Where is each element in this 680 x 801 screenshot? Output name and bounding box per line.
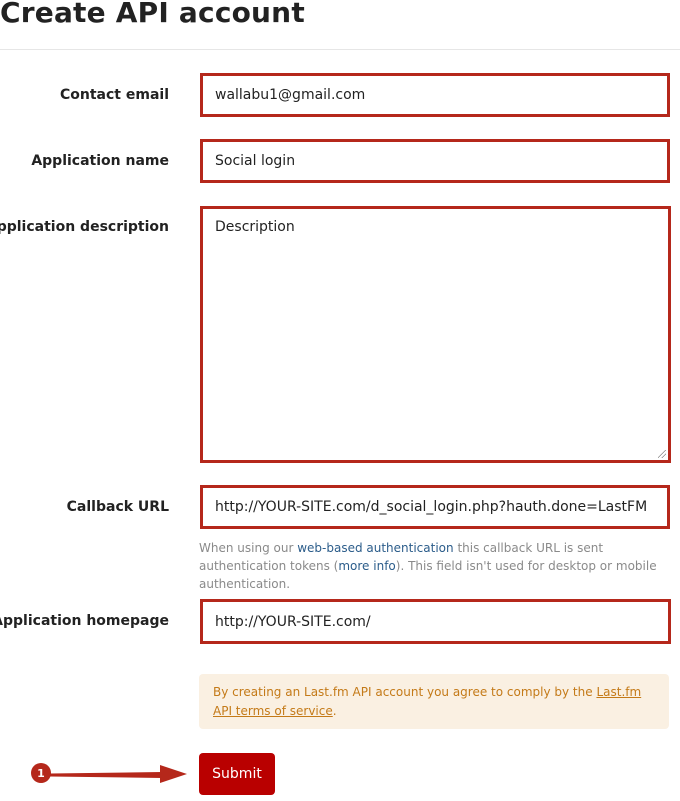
- callback-url-help: When using our web-based authentication …: [199, 541, 657, 591]
- contact-email-field[interactable]: wallabu1@gmail.com: [200, 73, 670, 117]
- app-name-field[interactable]: Social login: [200, 139, 670, 183]
- web-auth-link[interactable]: web-based authentication: [297, 541, 453, 555]
- contact-email-label: Contact email: [60, 87, 169, 103]
- callback-url-label: Callback URL: [66, 499, 169, 515]
- homepage-value: http://YOUR-SITE.com/: [215, 613, 371, 630]
- homepage-field[interactable]: http://YOUR-SITE.com/: [200, 599, 671, 644]
- app-name-label: Application name: [31, 153, 169, 169]
- app-name-value: Social login: [215, 153, 296, 169]
- resize-handle-icon[interactable]: [658, 450, 666, 458]
- callback-url-field[interactable]: http://YOUR-SITE.com/d_social_login.php?…: [200, 485, 670, 529]
- header-divider: [0, 49, 680, 50]
- step-badge: 1: [31, 763, 51, 783]
- contact-email-value: wallabu1@gmail.com: [215, 87, 366, 103]
- more-info-link[interactable]: more info: [338, 559, 395, 573]
- homepage-label: Application homepage: [0, 613, 169, 629]
- app-description-textarea[interactable]: Description: [200, 206, 671, 463]
- app-description-label: Application description: [0, 219, 169, 235]
- arrow-icon: [50, 765, 187, 783]
- page-title: Create API account: [0, 0, 305, 29]
- submit-button[interactable]: Submit: [199, 753, 275, 795]
- callback-url-value: http://YOUR-SITE.com/d_social_login.php?…: [215, 499, 648, 515]
- app-description-value: Description: [215, 219, 295, 235]
- terms-notice: By creating an Last.fm API account you a…: [199, 674, 669, 729]
